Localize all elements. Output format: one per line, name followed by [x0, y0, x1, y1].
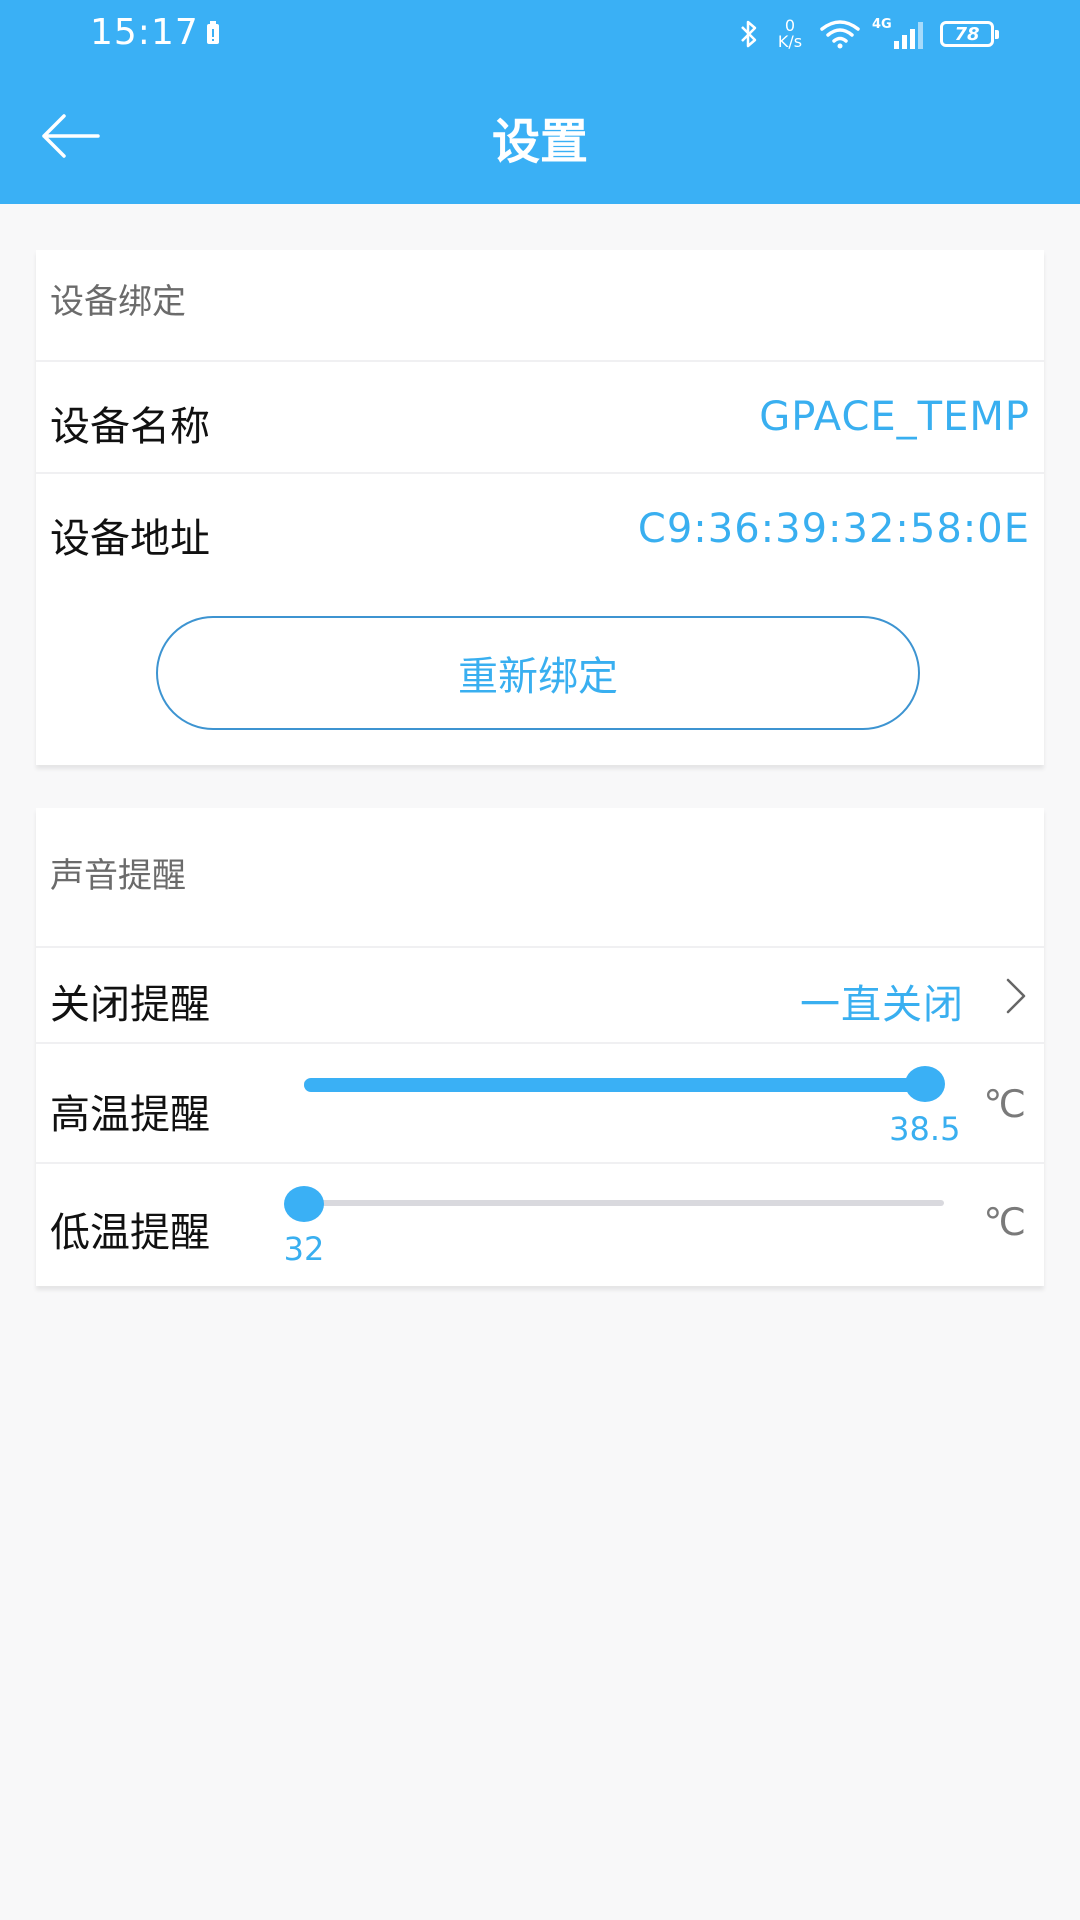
device-name-value: GPACE_TEMP	[759, 394, 1030, 440]
low-temp-label: 低温提醒	[50, 1210, 210, 1256]
low-temp-row: 低温提醒 32 ℃	[36, 1162, 1044, 1288]
status-time: 15:17	[90, 12, 199, 53]
slider-thumb[interactable]	[904, 1066, 945, 1102]
battery-level: 78	[954, 23, 980, 45]
sound-alert-card: 声音提醒 关闭提醒 一直关闭 高温提醒 38.5 ℃ 低温提醒 32 ℃	[36, 808, 1044, 1286]
device-binding-card: 设备绑定 设备名称 GPACE_TEMP 设备地址 C9:36:39:32:58…	[36, 250, 1044, 765]
status-icons: 0 K/s 4G 78	[738, 12, 999, 56]
signal-icon	[894, 22, 923, 49]
close-alert-value: 一直关闭	[800, 982, 964, 1028]
high-temp-label: 高温提醒	[50, 1092, 210, 1138]
device-address-value: C9:36:39:32:58:0E	[637, 506, 1030, 552]
close-alert-row[interactable]: 关闭提醒 一直关闭	[36, 946, 1044, 1044]
wifi-icon	[820, 20, 860, 49]
device-address-label: 设备地址	[50, 516, 210, 562]
app-header: 15:17 0 K/s 4G 78 设置	[0, 0, 1080, 204]
high-temp-row: 高温提醒 38.5 ℃	[36, 1042, 1044, 1164]
high-temp-value: 38.5	[889, 1110, 961, 1148]
close-alert-label: 关闭提醒	[50, 982, 210, 1028]
rebind-button[interactable]: 重新绑定	[156, 616, 920, 730]
section-title-alert: 声音提醒	[50, 856, 186, 896]
slider-thumb[interactable]	[284, 1186, 324, 1222]
signal-indicator: 4G	[872, 17, 928, 51]
chevron-right-icon	[1006, 978, 1026, 1014]
slider-fill	[304, 1078, 925, 1092]
high-temp-slider[interactable]: 38.5	[304, 1054, 960, 1148]
net-speed-unit: K/s	[777, 32, 803, 51]
page-title: 设置	[491, 114, 588, 170]
net-speed: 0 K/s	[772, 18, 808, 50]
bluetooth-icon	[741, 20, 757, 48]
section-title-binding: 设备绑定	[50, 282, 186, 322]
device-address-row: 设备地址 C9:36:39:32:58:0E	[36, 472, 1044, 586]
high-temp-unit: ℃	[983, 1082, 1026, 1126]
status-bar: 15:17 0 K/s 4G 78	[0, 0, 1080, 70]
device-name-row: 设备名称 GPACE_TEMP	[36, 360, 1044, 474]
battery-saver-icon	[207, 21, 219, 44]
device-name-label: 设备名称	[50, 404, 210, 450]
slider-track	[304, 1200, 944, 1206]
low-temp-value: 32	[283, 1230, 325, 1268]
low-temp-unit: ℃	[983, 1200, 1026, 1244]
battery-icon: 78	[940, 21, 999, 47]
low-temp-slider[interactable]: 32	[284, 1174, 944, 1268]
